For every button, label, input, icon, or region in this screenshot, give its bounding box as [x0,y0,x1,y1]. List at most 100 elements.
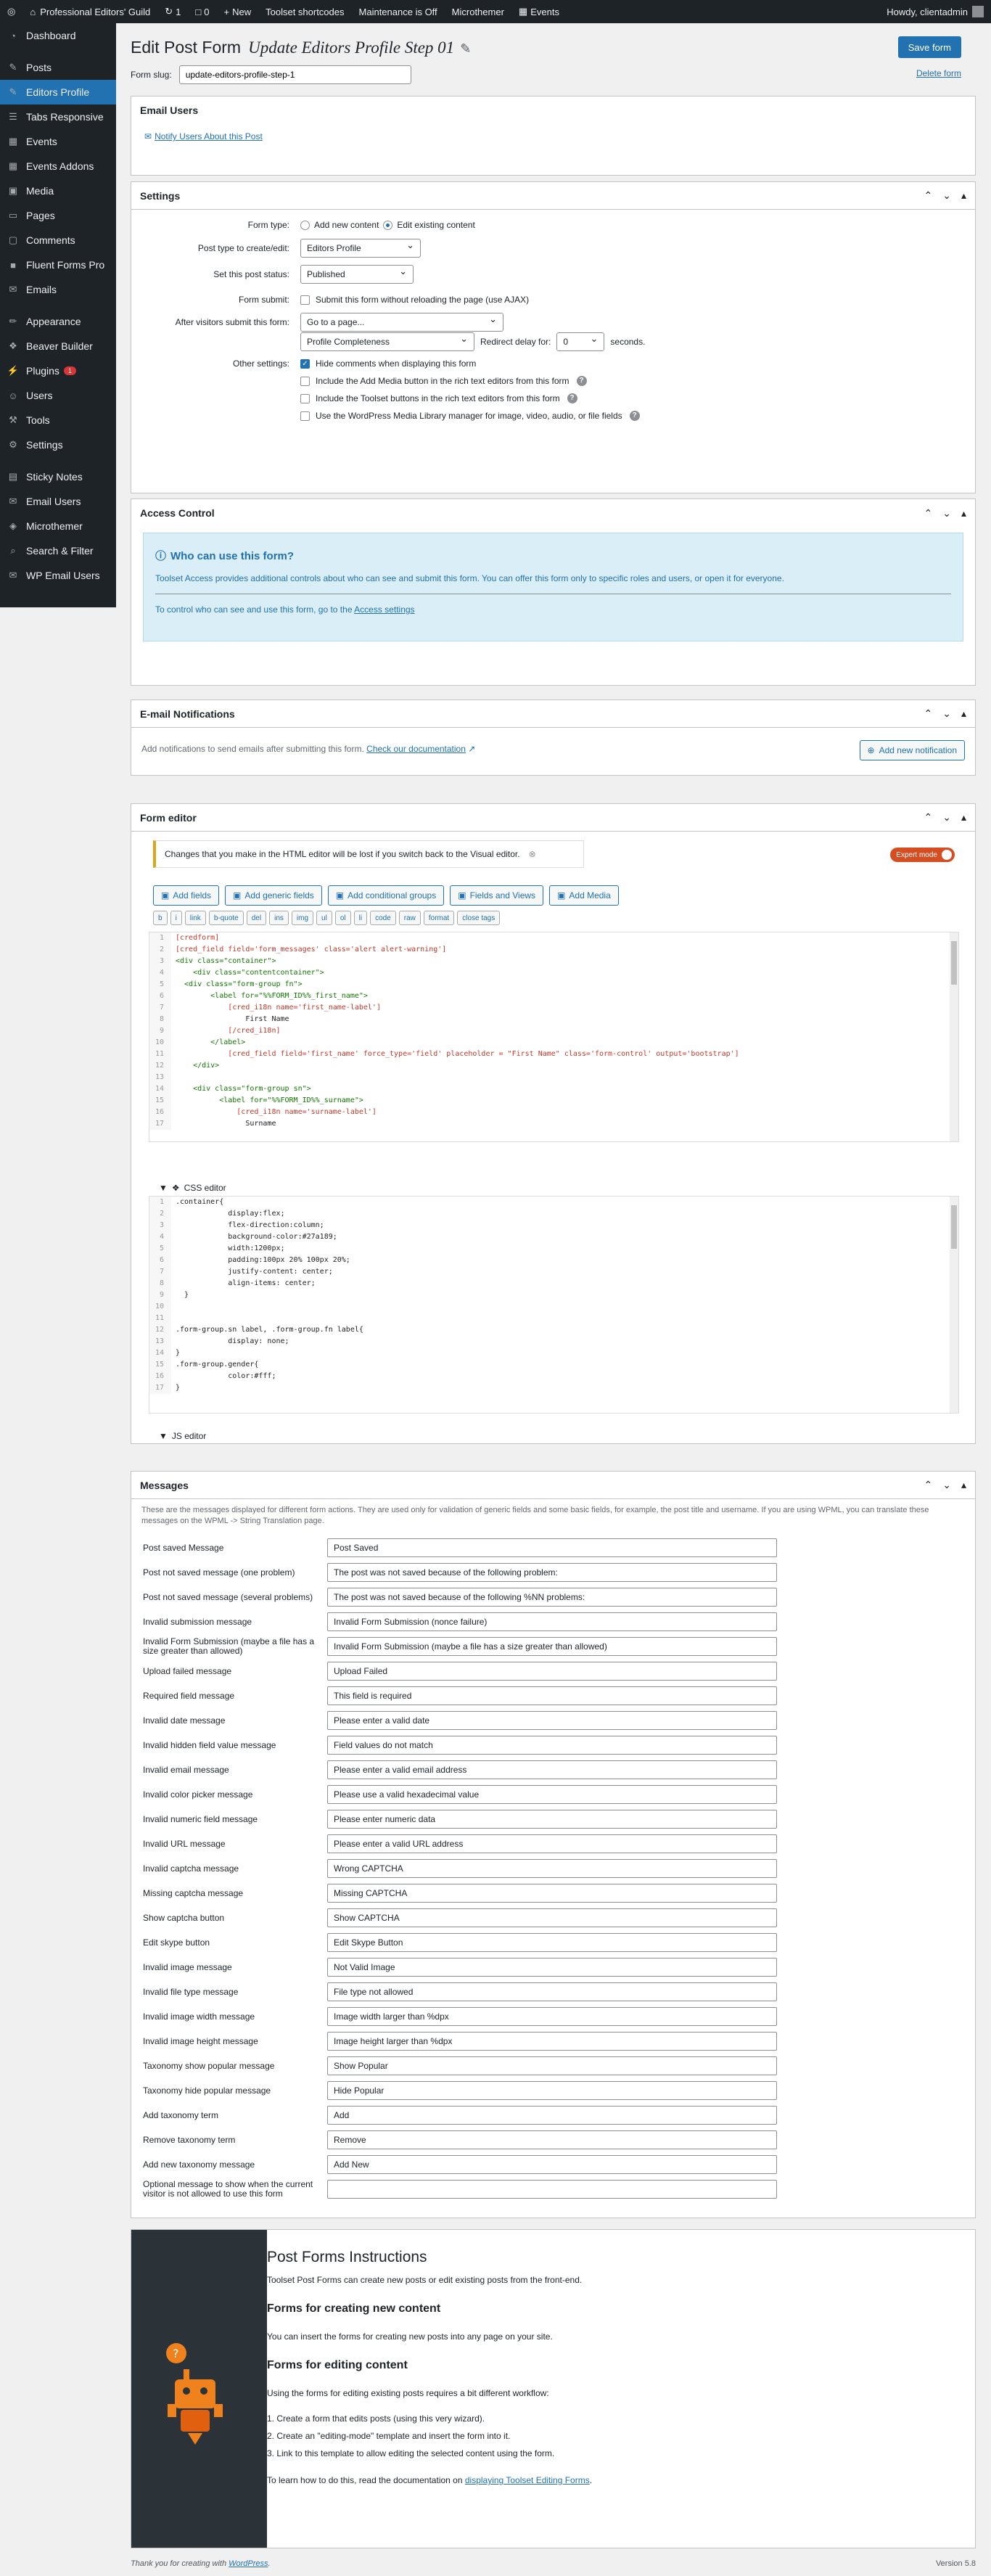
quicktag-format[interactable]: format [423,911,455,925]
message-input[interactable]: Edit Skype Button [327,1933,777,1952]
pencil-icon[interactable]: ✎ [460,41,471,56]
move-up-icon[interactable]: ⌃ [924,507,933,520]
sidebar-item-users[interactable]: ☺ Users [0,383,116,408]
media-library-checkbox[interactable] [300,411,310,421]
documentation-link[interactable]: Check our documentation [366,744,466,754]
delete-form-link[interactable]: Delete form [916,68,961,78]
message-input[interactable]: Upload Failed [327,1662,777,1681]
sidebar-item-email-users[interactable]: ✉ Email Users [0,489,116,514]
message-input[interactable]: The post was not saved because of the fo… [327,1588,777,1607]
message-input[interactable]: The post was not saved because of the fo… [327,1563,777,1582]
message-input[interactable]: Invalid Form Submission (nonce failure) [327,1612,777,1631]
slug-input[interactable] [178,65,411,84]
css-editor[interactable]: 1 .container{2 display:flex; 3 flex-direct… [149,1196,959,1414]
collapse-icon[interactable]: ▴ [961,1479,966,1491]
message-input[interactable]: Wrong CAPTCHA [327,1859,777,1878]
message-input[interactable]: Not Valid Image [327,1958,777,1977]
message-input[interactable]: Invalid Form Submission (maybe a file ha… [327,1637,777,1656]
quicktag-ol[interactable]: ol [334,911,351,925]
sidebar-item-appearance[interactable]: ✏ Appearance [0,309,116,334]
updates-item[interactable]: ↻ 1 [157,0,188,23]
quicktag-b[interactable]: b [153,911,168,925]
message-input[interactable]: Please enter a valid date [327,1711,777,1730]
quicktag-ul[interactable]: ul [316,911,332,925]
ajax-checkbox[interactable] [300,295,310,305]
collapse-icon[interactable]: ▴ [961,507,966,520]
html-editor[interactable]: 1 [credform] 2 [cred_field field='form_mess… [149,932,959,1142]
wordpress-link[interactable]: WordPress [229,2559,268,2568]
radio-add-new[interactable] [300,220,310,230]
post-status-select[interactable]: Published [300,265,414,284]
toolset-buttons-checkbox[interactable] [300,393,310,403]
collapse-icon[interactable]: ▴ [961,811,966,824]
message-input[interactable] [327,2180,777,2199]
move-up-icon[interactable]: ⌃ [924,189,933,202]
sidebar-item-settings[interactable]: ⚙ Settings [0,432,116,457]
message-input[interactable]: This field is required [327,1686,777,1705]
sidebar-item-beaver-builder[interactable]: ❖ Beaver Builder [0,334,116,358]
sidebar-item-tools[interactable]: ⚒ Tools [0,408,116,432]
message-input[interactable]: File type not allowed [327,1982,777,2001]
sidebar-item-events-addons[interactable]: ▦ Events Addons [0,154,116,179]
quicktag-li[interactable]: li [353,911,368,925]
quicktag-raw[interactable]: raw [398,911,421,925]
quicktag-code[interactable]: code [370,911,396,925]
move-down-icon[interactable]: ⌄ [942,507,951,520]
message-input[interactable]: Please enter a valid email address [327,1760,777,1779]
quicktag-img[interactable]: img [291,911,314,925]
sidebar-item-microthemer[interactable]: ◈ Microthemer [0,514,116,538]
sidebar-item-events[interactable]: ▦ Events [0,129,116,154]
move-down-icon[interactable]: ⌄ [942,811,951,824]
message-input[interactable]: Show Popular [327,2056,777,2075]
comments-item[interactable]: □ 0 [188,0,216,23]
quicktag-link[interactable]: link [184,911,206,925]
css-editor-toggle[interactable]: ▼ ❖ CSS editor [159,1183,226,1193]
sidebar-item-tabs-responsive[interactable]: ☰ Tabs Responsive [0,104,116,129]
microthemer-item[interactable]: Microthemer [445,0,511,23]
save-form-button[interactable]: Save form [897,36,961,58]
sidebar-item-search-filter[interactable]: ⌕ Search & Filter [0,538,116,563]
editor-button-fields-and-views[interactable]: ▣ Fields and Views [450,885,544,906]
collapse-icon[interactable]: ▴ [961,189,966,202]
hide-comments-checkbox[interactable]: ✓ [300,358,310,369]
sidebar-item-emails[interactable]: ✉ Emails [0,277,116,302]
move-up-icon[interactable]: ⌃ [924,811,933,824]
editor-button-add-media[interactable]: ▣ Add Media [549,885,619,906]
message-input[interactable]: Missing CAPTCHA [327,1884,777,1903]
new-item[interactable]: + New [217,0,259,23]
editor-button-add-generic-fields[interactable]: ▣ Add generic fields [225,885,322,906]
sidebar-item-comments[interactable]: ▢ Comments [0,228,116,253]
after-submit-select[interactable]: Go to a page... [300,313,503,332]
message-input[interactable]: Add New [327,2155,777,2174]
quicktag-b-quote[interactable]: b-quote [208,911,244,925]
redirect-page-select[interactable]: Profile Completeness [300,332,474,351]
editor-button-add-fields[interactable]: ▣ Add fields [153,885,220,906]
message-input[interactable]: Image width larger than %dpx [327,2007,777,2026]
move-down-icon[interactable]: ⌄ [942,1479,951,1491]
message-input[interactable]: Please enter numeric data [327,1810,777,1829]
sidebar-item-wp-email-users[interactable]: ✉ WP Email Users [0,563,116,588]
account-menu[interactable]: Howdy, clientadmin [879,0,991,23]
quicktag-i[interactable]: i [170,911,182,925]
move-up-icon[interactable]: ⌃ [924,707,933,720]
quicktag-ins[interactable]: ins [269,911,289,925]
move-down-icon[interactable]: ⌄ [942,707,951,720]
message-input[interactable]: Image height larger than %dpx [327,2032,777,2051]
move-down-icon[interactable]: ⌄ [942,189,951,202]
sidebar-item-editors-profile[interactable]: ✎ Editors Profile [0,80,116,104]
js-editor-toggle[interactable]: ▼ JS editor [159,1431,206,1441]
message-input[interactable]: Hide Popular [327,2081,777,2100]
move-up-icon[interactable]: ⌃ [924,1479,933,1491]
help-icon[interactable]: ? [567,393,577,403]
editor-scrollbar[interactable] [950,1197,958,1413]
sidebar-item-dashboard[interactable]: ◔ Dashboard [0,23,116,48]
events-item[interactable]: ▦ Events [511,0,567,23]
message-input[interactable]: Post Saved [327,1538,777,1557]
sidebar-item-sticky-notes[interactable]: ▤ Sticky Notes [0,464,116,489]
message-input[interactable]: Field values do not match [327,1736,777,1755]
collapse-icon[interactable]: ▴ [961,707,966,720]
sidebar-item-pages[interactable]: ▭ Pages [0,203,116,228]
maintenance-status[interactable]: Maintenance is Off [352,0,445,23]
sidebar-item-plugins[interactable]: ⚡ Plugins 1 [0,358,116,383]
message-input[interactable]: Remove [327,2130,777,2149]
